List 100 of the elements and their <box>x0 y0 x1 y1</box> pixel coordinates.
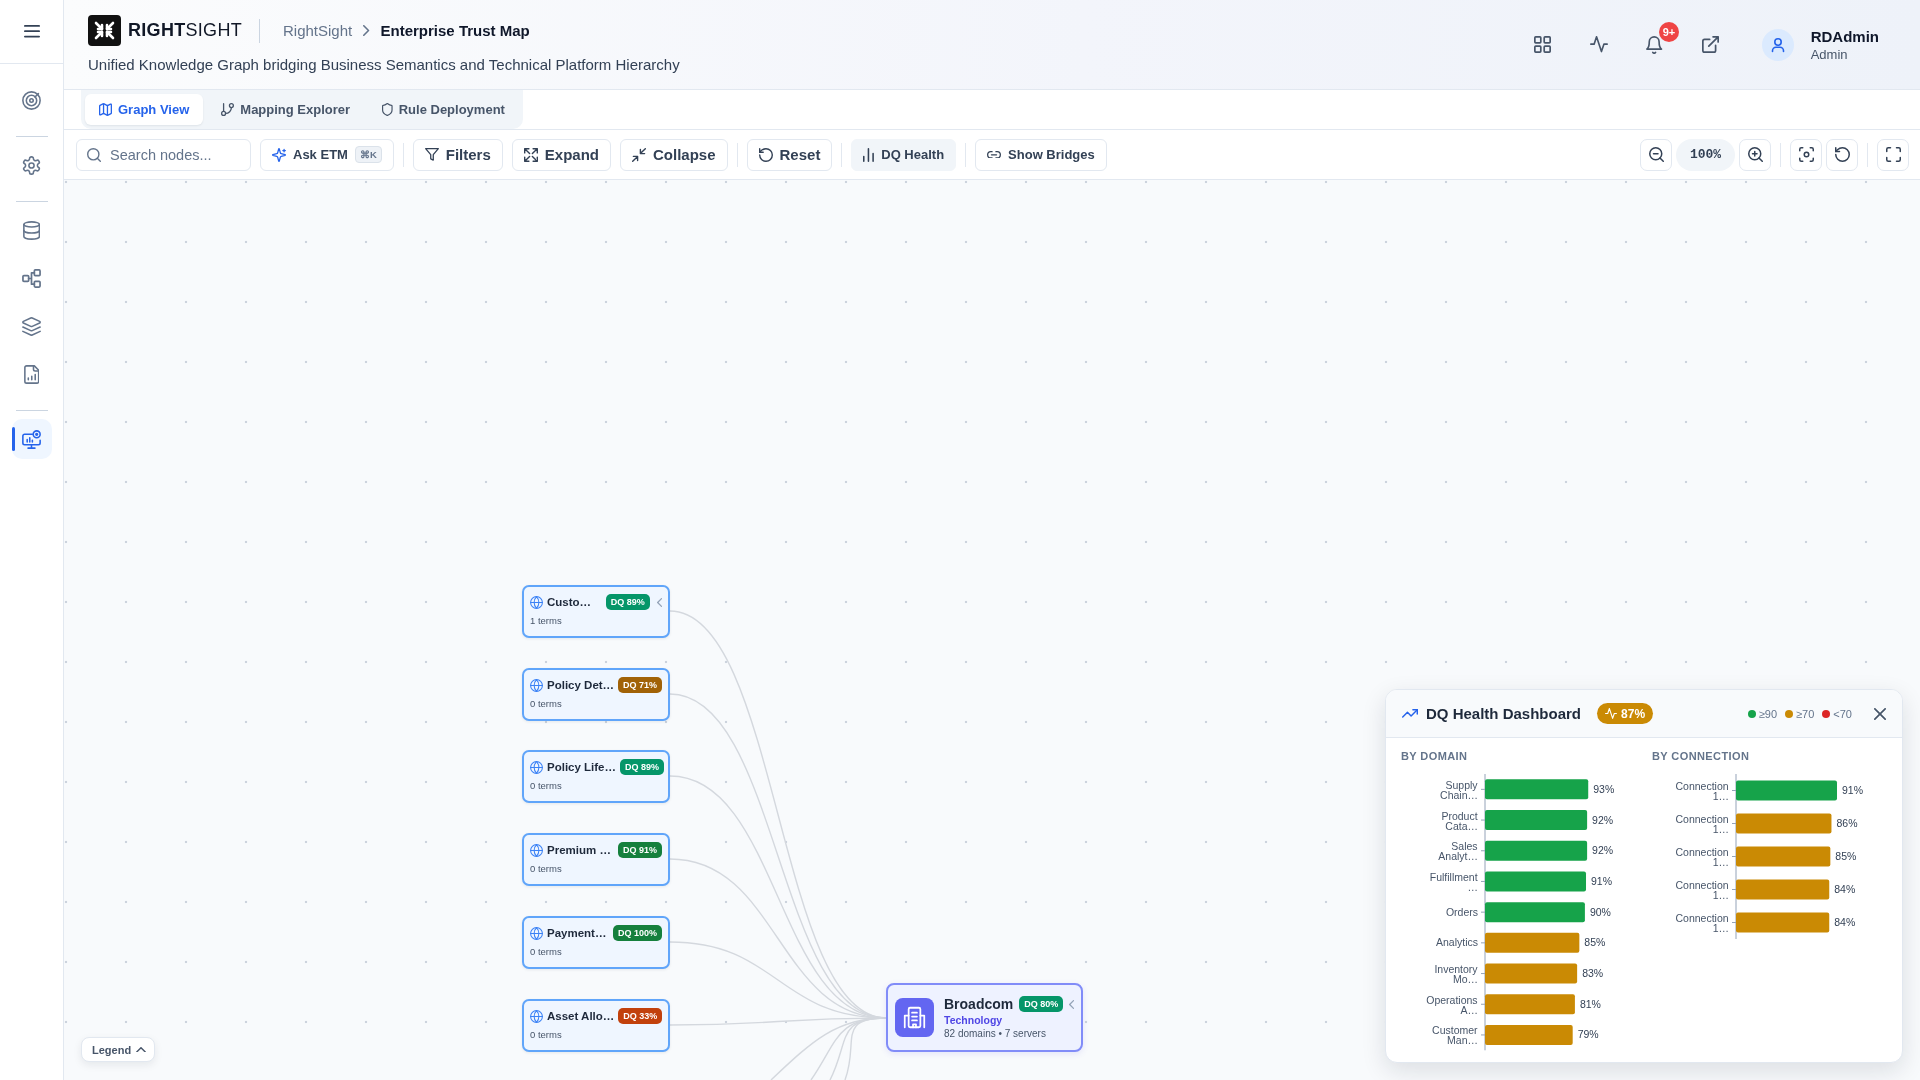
grid-icon[interactable] <box>1534 36 1552 53</box>
value-label: 93% <box>1593 782 1615 795</box>
dq-score: DQ 80% <box>1019 996 1064 1012</box>
value-label: 91% <box>1842 784 1864 796</box>
axis-label: Connection 1… <box>1675 813 1729 835</box>
section-title: BY DOMAIN <box>1401 750 1469 763</box>
zoom-level: 100% <box>1676 138 1735 171</box>
database-icon <box>22 220 41 240</box>
brand-name: RIGHTSIGHT <box>128 20 242 41</box>
chevron-up-icon <box>136 1046 147 1053</box>
panel-title: DQ Health Dashboard <box>1426 705 1582 722</box>
show-bridges-button[interactable]: Show Bridges <box>975 138 1107 171</box>
filter-icon <box>424 148 439 161</box>
axis-label: Product Cata… <box>1441 809 1478 832</box>
link-icon <box>987 150 1002 159</box>
tab[interactable]: Mapping Explorer <box>207 94 365 125</box>
legend-label: ≥90 <box>1758 707 1778 720</box>
user-name: RDAdmin <box>1810 27 1879 45</box>
focus-icon <box>1798 147 1814 162</box>
building-icon <box>895 998 934 1037</box>
search-field[interactable]: Search nodes... <box>76 138 251 171</box>
reset-view-button[interactable] <box>1826 138 1858 171</box>
tab[interactable]: Graph View <box>85 94 204 125</box>
node-title: Premium … <box>547 844 611 856</box>
node-subtitle: 0 terms <box>530 698 563 709</box>
layers-icon <box>22 316 41 336</box>
value-label: 91% <box>1591 874 1613 887</box>
sidebar-item[interactable] <box>11 419 52 459</box>
domain-node[interactable]: Asset Allo… DQ 33% 0 terms <box>522 999 670 1052</box>
zoom-in-icon <box>1747 147 1763 162</box>
bell-icon[interactable] <box>1646 35 1663 54</box>
branch-icon <box>221 103 235 116</box>
collapse-button[interactable]: Collapse <box>620 138 728 171</box>
shortcut-key: ⌘K <box>354 146 382 163</box>
value-label: 85% <box>1584 936 1606 949</box>
score-value: 87% <box>1621 706 1646 721</box>
globe-icon <box>530 926 543 940</box>
node-subtitle: 0 terms <box>530 863 563 874</box>
zoom-out-icon <box>1648 147 1664 162</box>
filters-button[interactable]: Filters <box>412 138 503 171</box>
rotate-icon <box>1834 147 1850 162</box>
fullscreen-button[interactable] <box>1877 138 1909 171</box>
domain-node[interactable]: Payment… DQ 100% 0 terms <box>522 916 670 969</box>
avatar-icon[interactable] <box>1761 28 1794 61</box>
node-title: Asset Allo… <box>547 1010 615 1022</box>
expand-button[interactable]: Expand <box>511 138 611 171</box>
domain-node[interactable]: Custo… DQ 89% 1 terms <box>522 585 670 638</box>
fit-view-button[interactable] <box>1790 138 1822 171</box>
domain-node[interactable]: Policy Det… DQ 71% 0 terms <box>522 668 670 721</box>
dq-score: DQ 100% <box>612 925 662 941</box>
value-label: 81% <box>1579 997 1601 1010</box>
chevron-right-icon <box>363 25 370 36</box>
expand-icon <box>523 147 538 162</box>
domain-node[interactable]: Policy Life… DQ 89% 0 terms <box>522 750 670 803</box>
axis-label: Connection 1… <box>1675 780 1729 802</box>
value-label: 85% <box>1835 850 1857 862</box>
dq-score: DQ 91% <box>618 842 662 858</box>
zoom-in-button[interactable] <box>1739 138 1771 171</box>
close-icon[interactable] <box>1874 707 1886 720</box>
shield-icon <box>382 103 393 116</box>
legend-button[interactable]: Legend <box>81 1037 156 1062</box>
settings-icon <box>22 155 41 175</box>
axis-label: Sales Analyt… <box>1438 840 1478 863</box>
collapse-icon <box>632 147 646 162</box>
fullscreen-icon <box>1885 147 1901 162</box>
value-label: 92% <box>1592 813 1614 826</box>
page-subtitle: Unified Knowledge Graph bridging Business Semantics and Technical Platform Hierarchy <box>88 54 680 75</box>
node-subtitle: 0 terms <box>530 780 563 791</box>
report-icon <box>23 364 40 384</box>
menu-icon[interactable] <box>23 25 40 38</box>
node-title: Broadcom <box>944 996 1014 1012</box>
platform-node[interactable]: Broadcom DQ 80% Technology 82 domains • 7 servers <box>886 983 1083 1052</box>
axis-label: Supply Chain… <box>1440 778 1478 801</box>
ask-etm-button[interactable]: Ask ETM ⌘K <box>260 138 394 171</box>
axis-label: Customer Man… <box>1432 1024 1478 1047</box>
monitor-icon <box>22 429 41 449</box>
value-label: 86% <box>1836 817 1858 829</box>
dq-score: DQ 33% <box>618 1008 663 1024</box>
value-label: 90% <box>1589 905 1611 918</box>
node-title: Policy Life… <box>547 761 617 773</box>
domain-node[interactable]: Premium … DQ 91% 0 terms <box>522 833 670 886</box>
dq-health-button[interactable]: DQ Health <box>851 138 957 171</box>
target-icon <box>22 90 41 110</box>
value-label: 83% <box>1582 967 1604 980</box>
zoom-out-button[interactable] <box>1640 138 1672 171</box>
notification-count: 9+ <box>1658 21 1680 42</box>
axis-label: Connection 1… <box>1675 846 1729 868</box>
globe-icon <box>530 760 543 774</box>
axis-label: Orders <box>1445 905 1478 918</box>
breadcrumb-item: Enterprise Trust Map <box>380 22 530 39</box>
node-subtitle: 0 terms <box>530 1029 563 1040</box>
value-label: 84% <box>1834 916 1856 928</box>
globe-icon <box>530 595 543 609</box>
external-link-icon[interactable] <box>1702 36 1720 53</box>
activity-icon[interactable] <box>1589 36 1608 53</box>
axis-label: Connection 1… <box>1675 879 1729 901</box>
tab[interactable]: Rule Deployment <box>368 94 519 125</box>
legend-label: ≥70 <box>1796 707 1815 720</box>
breadcrumb-link[interactable]: RightSight <box>283 22 353 39</box>
reset-button[interactable]: Reset <box>746 138 833 171</box>
